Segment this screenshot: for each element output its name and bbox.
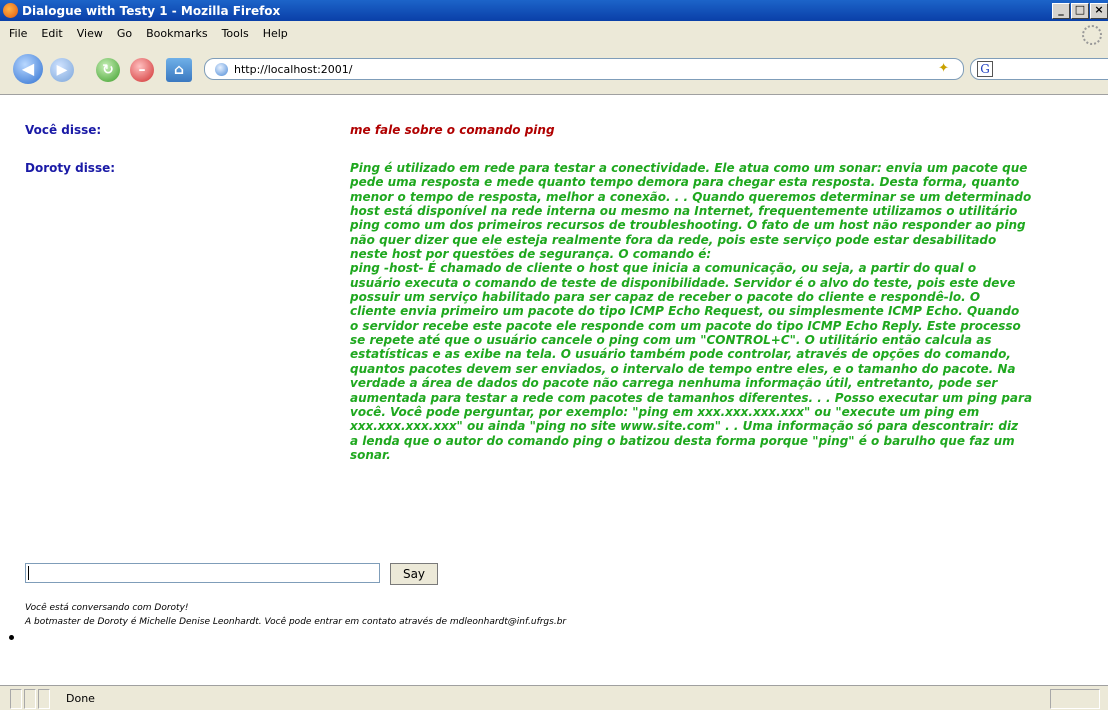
footer-line-2: A botmaster de Doroty é Michelle Denise … — [25, 617, 567, 627]
bot-line: não quer dizer que ele esteja realmente … — [350, 232, 997, 247]
status-panel — [1050, 689, 1100, 709]
bot-line: cliente envia primeiro um pacote do tipo… — [350, 304, 1020, 319]
bullet-dot — [9, 635, 14, 640]
page-content: Você disse: me fale sobre o comando ping… — [0, 95, 1108, 685]
reload-button[interactable]: ↻ — [96, 58, 120, 82]
back-button[interactable]: ◀ — [13, 54, 43, 84]
forward-button[interactable]: ▶ — [50, 58, 74, 82]
bot-line: aumentada para testar a rede com pacotes… — [350, 390, 1033, 405]
status-bar: Done — [0, 685, 1108, 710]
reload-icon: ↻ — [102, 62, 114, 78]
bot-line: possuir um serviço habilitado para ser c… — [350, 290, 981, 305]
window-controls: _ □ × — [1051, 2, 1108, 19]
feed-icon[interactable]: ✦ — [938, 61, 949, 76]
home-icon: ⌂ — [173, 62, 185, 78]
bot-line: xxx.xxx.xxx.xxx" ou ainda "ping no site … — [350, 419, 1019, 434]
status-panel — [10, 689, 22, 709]
bot-line: ping como um dos primeiros recursos de t… — [350, 218, 1026, 233]
window-title: Dialogue with Testy 1 - Mozilla Firefox — [22, 3, 281, 18]
globe-icon — [215, 62, 228, 76]
menu-tools[interactable]: Tools — [215, 27, 256, 40]
bot-line: o servidor recebe este pacote ele respon… — [350, 318, 1021, 333]
url-bar[interactable]: http://localhost:2001/ ✦ — [204, 58, 964, 80]
bot-line: se repete até que o usuário cancele o pi… — [350, 333, 992, 348]
maximize-button[interactable]: □ — [1071, 2, 1089, 19]
bot-line: Ping é utilizado em rede para testar a c… — [350, 161, 1028, 175]
bot-message: Ping é utilizado em rede para testar a c… — [350, 161, 1102, 462]
home-button[interactable]: ⌂ — [166, 58, 192, 82]
search-engine-icon[interactable]: G — [977, 61, 993, 77]
back-arrow-icon: ◀ — [21, 59, 35, 78]
user-label: Você disse: — [25, 123, 102, 137]
url-text[interactable]: http://localhost:2001/ — [234, 63, 352, 76]
close-button[interactable]: × — [1090, 2, 1108, 19]
bot-line: você. Você pode perguntar, por exemplo: … — [350, 404, 980, 419]
bot-line: estatísticas e as exibe na tela. O usuár… — [350, 347, 1011, 362]
menu-help[interactable]: Help — [256, 27, 295, 40]
bot-line: ping -host- É chamado de cliente o host … — [350, 261, 977, 276]
navigation-toolbar: ◀ ▶ ↻ – ⌂ http://localhost:2001/ ✦ G — [0, 54, 1108, 95]
menu-go[interactable]: Go — [110, 27, 139, 40]
forward-arrow-icon: ▶ — [56, 62, 68, 78]
bot-label: Doroty disse: — [25, 161, 116, 175]
menu-edit[interactable]: Edit — [34, 27, 69, 40]
bot-line: usuário executa o comando de teste de di… — [350, 275, 1016, 290]
status-text: Done — [66, 692, 95, 705]
bot-line: a lenda que o autor do comando ping o ba… — [350, 433, 1015, 448]
stop-button[interactable]: – — [130, 58, 154, 82]
status-panel — [38, 689, 50, 709]
window-titlebar: Dialogue with Testy 1 - Mozilla Firefox … — [0, 0, 1108, 21]
user-message: me fale sobre o comando ping — [350, 123, 555, 137]
say-button[interactable]: Say — [390, 563, 438, 585]
menu-file[interactable]: File — [0, 27, 34, 40]
bot-line: neste host por questões de segurança. O … — [350, 247, 712, 262]
bot-line: quantos pacotes devem ser enviados, o in… — [350, 361, 1016, 376]
chat-input[interactable] — [25, 563, 380, 583]
menu-bookmarks[interactable]: Bookmarks — [139, 27, 214, 40]
text-caret — [28, 566, 29, 580]
bot-line: host está disponível na rede interna ou … — [350, 204, 1018, 219]
footer-line-1: Você está conversando com Doroty! — [25, 603, 189, 613]
bot-line: sonar. — [350, 447, 391, 462]
throbber-icon — [1082, 25, 1102, 45]
bot-line: menor o tempo de resposta, melhor a cone… — [350, 189, 1032, 204]
menu-view[interactable]: View — [70, 27, 110, 40]
status-panel — [24, 689, 36, 709]
menu-bar: File Edit View Go Bookmarks Tools Help — [0, 21, 1108, 46]
stop-icon: – — [138, 62, 146, 78]
bot-line: pede uma resposta e mede quanto tempo de… — [350, 175, 1020, 190]
firefox-icon — [3, 3, 18, 18]
search-bar[interactable]: G — [970, 58, 1108, 80]
bot-line: verdade a área de dados do pacote não ca… — [350, 376, 998, 391]
minimize-button[interactable]: _ — [1052, 2, 1070, 19]
